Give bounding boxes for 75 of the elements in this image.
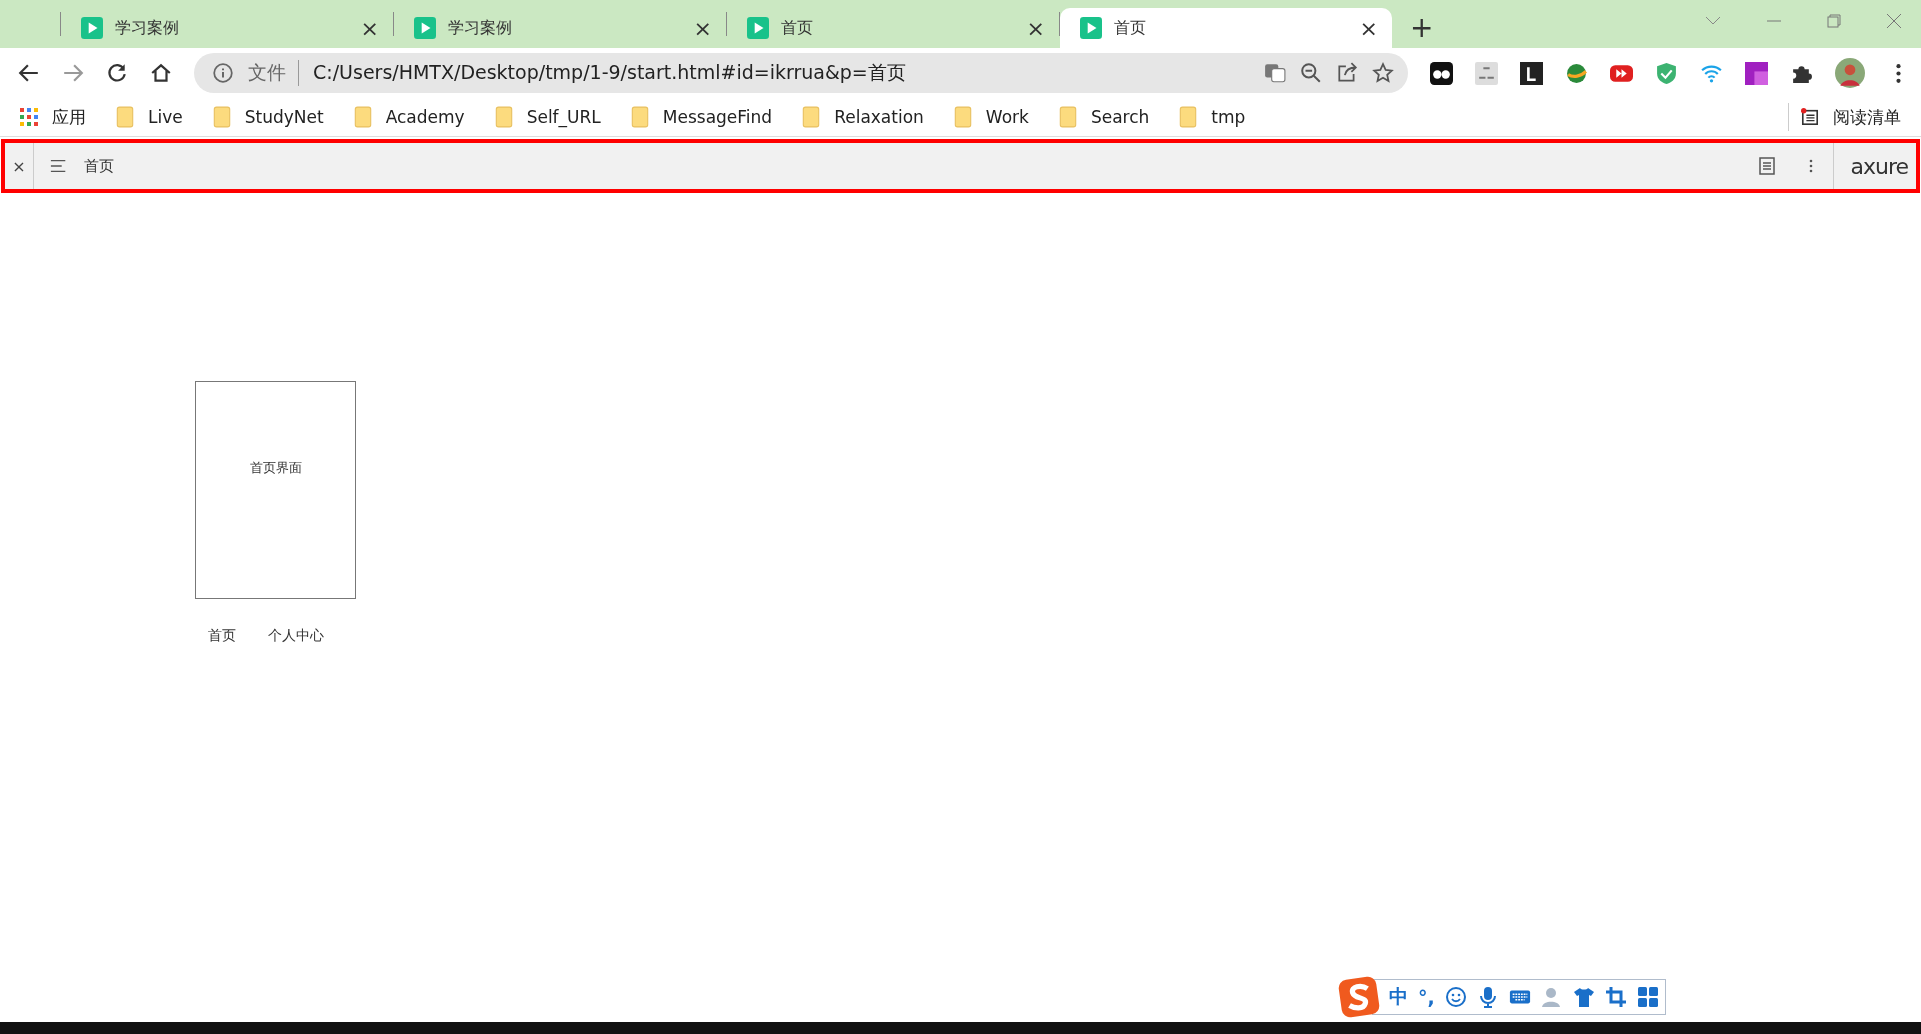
apps-bookmark[interactable]: 应用 [20, 105, 86, 129]
punctuation-toggle[interactable]: °, [1418, 986, 1435, 1008]
bookmark-folder[interactable]: Search [1058, 106, 1150, 128]
forward-arrow-icon[interactable] [62, 62, 84, 84]
shield-icon[interactable] [1655, 61, 1678, 85]
tab-title: 学习案例 [448, 17, 513, 39]
folder-icon [1179, 106, 1198, 128]
star-icon[interactable] [1372, 62, 1394, 84]
close-button[interactable]: × [5, 143, 34, 189]
folder-icon [1058, 106, 1077, 128]
play-icon [747, 17, 769, 39]
browser-tab[interactable]: 学习案例 × [61, 8, 393, 48]
menu-icon[interactable] [50, 158, 68, 174]
tab-title: 首页 [781, 17, 814, 39]
share-icon[interactable] [1336, 62, 1358, 84]
play-icon [1080, 17, 1102, 39]
reading-list-icon [1801, 106, 1819, 128]
smiley-icon[interactable] [1444, 986, 1467, 1008]
globe-icon[interactable] [1565, 61, 1588, 85]
folder-icon [353, 106, 372, 128]
nav-link[interactable]: 个人中心 [268, 627, 324, 645]
bookmark-folder[interactable]: tmp [1179, 106, 1246, 128]
zoom-out-icon[interactable] [1300, 62, 1322, 84]
tab-title: 首页 [1114, 17, 1147, 39]
browser-tab[interactable]: 学习案例 × [394, 8, 726, 48]
bookmark-folder[interactable]: Work [953, 106, 1029, 128]
bookmark-folder[interactable]: MessageFind [630, 106, 773, 128]
shirt-icon[interactable] [1572, 986, 1595, 1008]
back-arrow-icon[interactable] [18, 62, 40, 84]
url-text: C:/Users/HMTX/Desktop/tmp/1-9/start.html#id=ikrrua&p=首页 [313, 60, 906, 85]
tile-icon[interactable] [1745, 61, 1768, 85]
reading-list-button[interactable]: 阅读清单 [1801, 105, 1901, 129]
folder-icon [630, 106, 649, 128]
logo[interactable]: axure [1833, 143, 1916, 189]
bookmark-folder[interactable]: Self_URL [494, 106, 601, 128]
close-icon[interactable]: × [360, 15, 379, 41]
close-icon[interactable]: × [1026, 15, 1045, 41]
reload-icon[interactable] [106, 62, 128, 84]
play-icon [414, 17, 436, 39]
apps-grid-icon [20, 106, 38, 128]
browser-tab[interactable]: 首页 × [727, 8, 1059, 48]
bookmark-folder[interactable]: Relaxation [802, 106, 924, 128]
nav-link[interactable]: 首页 [208, 627, 236, 645]
input-mode[interactable]: 中 [1389, 984, 1408, 1010]
bookmark-folder[interactable]: Academy [353, 106, 465, 128]
home-icon[interactable] [150, 62, 172, 84]
more-vertical-icon[interactable] [1809, 159, 1814, 173]
crop-icon[interactable] [1604, 986, 1627, 1008]
square-extension-icon[interactable] [1520, 61, 1543, 85]
avatar-icon[interactable] [1835, 58, 1865, 88]
logo-icon[interactable] [1338, 976, 1380, 1018]
close-icon[interactable]: × [1359, 15, 1378, 41]
close-icon[interactable] [1887, 14, 1901, 28]
folder-icon [494, 106, 513, 128]
translate-icon[interactable] [1264, 62, 1286, 84]
play-icon [81, 17, 103, 39]
grid-icon[interactable] [1636, 986, 1659, 1008]
file-label: 文件 [248, 60, 299, 86]
glasses-icon[interactable] [1430, 61, 1453, 85]
close-icon[interactable]: × [693, 15, 712, 41]
info-icon [212, 62, 234, 84]
folder-icon [212, 106, 231, 128]
address-bar[interactable]: 文件 C:/Users/HMTX/Desktop/tmp/1-9/start.html#id=ikrrua&p=首页 [194, 53, 1408, 93]
panel-label: 首页界面 [249, 459, 302, 477]
notes-icon[interactable] [1759, 157, 1776, 175]
browser-tab[interactable]: 首页 × [1060, 8, 1392, 48]
chevron-down-icon[interactable] [1705, 16, 1721, 26]
tab-title: 学习案例 [115, 17, 180, 39]
folder-icon [953, 106, 972, 128]
folder-icon [116, 106, 134, 128]
folder-icon [802, 106, 821, 128]
page-title: 首页 [84, 156, 114, 176]
new-tab-button[interactable]: + [1410, 11, 1434, 44]
bookmark-folder[interactable]: StudyNet [212, 106, 324, 128]
bookmark-folder[interactable]: Live [116, 106, 183, 128]
